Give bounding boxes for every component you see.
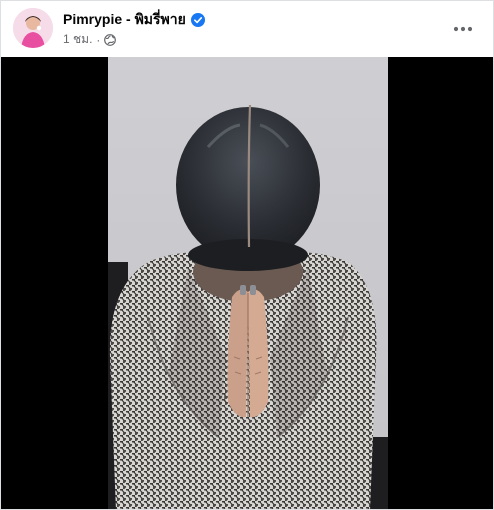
author-name[interactable]: Pimrypie - พิมรี่พาย	[63, 9, 186, 31]
verified-badge-icon	[190, 13, 205, 27]
video-still-image	[108, 57, 388, 509]
more-options-icon	[453, 26, 473, 32]
post-timestamp[interactable]: 1 ชม.	[63, 30, 92, 49]
author-avatar[interactable]	[13, 8, 53, 48]
facebook-post: Pimrypie - พิมรี่พาย 1 ชม. ·	[0, 0, 494, 510]
meta-separator: ·	[96, 32, 101, 47]
video-frame	[108, 57, 388, 509]
post-meta: 1 ชม. ·	[63, 30, 117, 49]
more-options-button[interactable]	[445, 11, 481, 47]
post-header: Pimrypie - พิมรี่พาย 1 ชม. ·	[1, 1, 493, 56]
globe-icon[interactable]	[104, 33, 117, 46]
author-link[interactable]: Pimrypie - พิมรี่พาย	[63, 9, 205, 31]
post-video[interactable]	[1, 57, 493, 509]
